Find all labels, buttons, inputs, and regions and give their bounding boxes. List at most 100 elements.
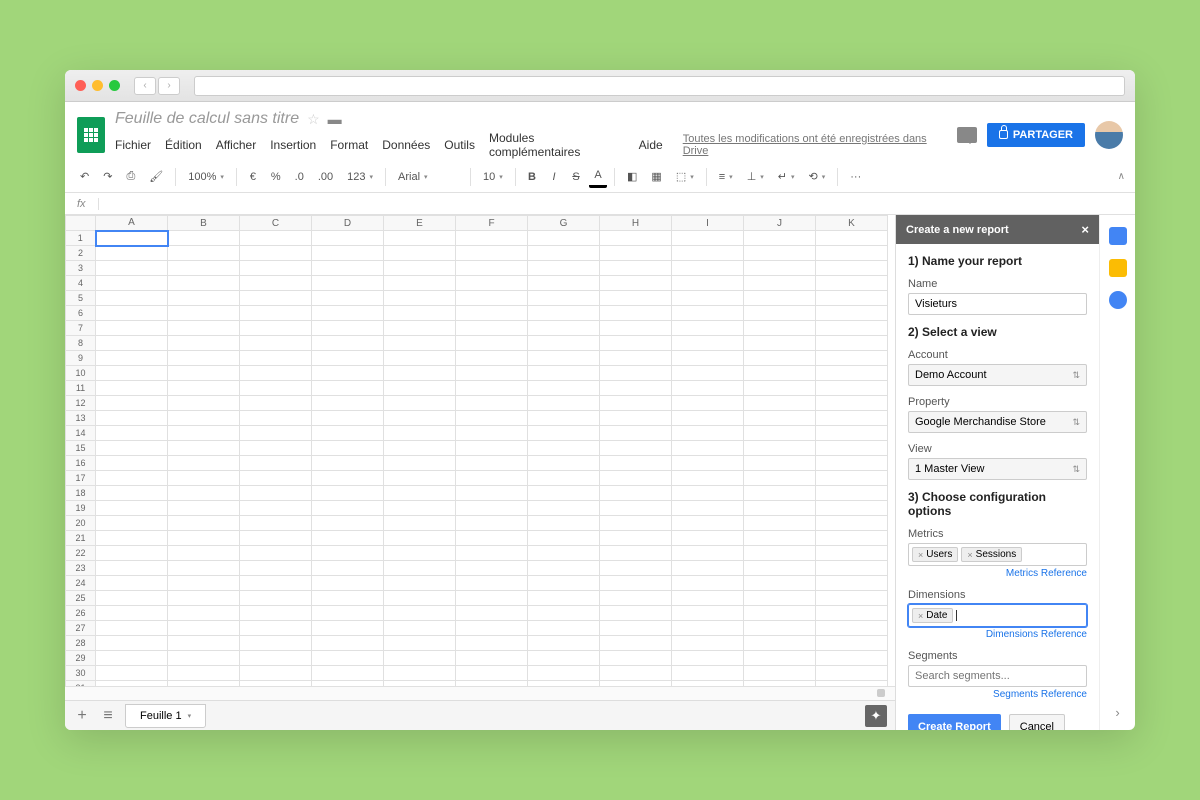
cell[interactable] bbox=[528, 336, 600, 351]
zoom-dropdown[interactable]: 100% bbox=[183, 168, 229, 186]
row-header[interactable]: 29 bbox=[66, 651, 96, 666]
number-format-dropdown[interactable]: 123 bbox=[342, 168, 378, 186]
cell[interactable] bbox=[312, 306, 384, 321]
cell[interactable] bbox=[672, 291, 744, 306]
cell[interactable] bbox=[456, 471, 528, 486]
menu-file[interactable]: Fichier bbox=[115, 138, 151, 152]
sheet-tab[interactable]: Feuille 1 bbox=[125, 704, 206, 728]
cell[interactable] bbox=[528, 501, 600, 516]
cell[interactable] bbox=[240, 306, 312, 321]
cell[interactable] bbox=[312, 516, 384, 531]
cell[interactable] bbox=[744, 261, 816, 276]
cell[interactable] bbox=[168, 666, 240, 681]
cell[interactable] bbox=[816, 426, 888, 441]
row-header[interactable]: 22 bbox=[66, 546, 96, 561]
property-select[interactable]: Google Merchandise Store bbox=[908, 411, 1087, 433]
redo-button[interactable]: ↷ bbox=[98, 166, 117, 187]
cell[interactable] bbox=[600, 486, 672, 501]
font-dropdown[interactable]: Arial bbox=[393, 168, 463, 186]
cell[interactable] bbox=[456, 486, 528, 501]
cell[interactable] bbox=[240, 351, 312, 366]
cell[interactable] bbox=[240, 366, 312, 381]
cell[interactable] bbox=[240, 531, 312, 546]
close-sidebar-button[interactable]: × bbox=[1081, 222, 1089, 237]
keep-icon[interactable] bbox=[1109, 259, 1127, 277]
cell[interactable] bbox=[312, 561, 384, 576]
row-header[interactable]: 3 bbox=[66, 261, 96, 276]
cell[interactable] bbox=[384, 501, 456, 516]
all-sheets-button[interactable]: ≡ bbox=[99, 707, 117, 725]
cell[interactable] bbox=[816, 636, 888, 651]
cell[interactable] bbox=[168, 396, 240, 411]
cell[interactable] bbox=[312, 576, 384, 591]
cell[interactable] bbox=[312, 441, 384, 456]
cell[interactable] bbox=[672, 306, 744, 321]
cell[interactable] bbox=[456, 651, 528, 666]
cell[interactable] bbox=[672, 351, 744, 366]
row-header[interactable]: 20 bbox=[66, 516, 96, 531]
cell[interactable] bbox=[456, 636, 528, 651]
cell[interactable] bbox=[96, 426, 168, 441]
percent-button[interactable]: % bbox=[266, 167, 286, 187]
cell[interactable] bbox=[528, 531, 600, 546]
cell[interactable] bbox=[168, 411, 240, 426]
cell[interactable] bbox=[168, 291, 240, 306]
cell[interactable] bbox=[528, 381, 600, 396]
cell[interactable] bbox=[456, 411, 528, 426]
increase-decimal-button[interactable]: .00 bbox=[313, 167, 338, 187]
cell[interactable] bbox=[528, 321, 600, 336]
cell[interactable] bbox=[600, 546, 672, 561]
cell[interactable] bbox=[600, 441, 672, 456]
cell[interactable] bbox=[816, 546, 888, 561]
row-header[interactable]: 18 bbox=[66, 486, 96, 501]
column-header[interactable]: K bbox=[816, 216, 888, 231]
account-select[interactable]: Demo Account bbox=[908, 364, 1087, 386]
cell[interactable] bbox=[672, 456, 744, 471]
cell[interactable] bbox=[456, 381, 528, 396]
cell[interactable] bbox=[168, 576, 240, 591]
cell[interactable] bbox=[456, 366, 528, 381]
cell[interactable] bbox=[312, 531, 384, 546]
cell[interactable] bbox=[744, 621, 816, 636]
cell[interactable] bbox=[240, 396, 312, 411]
cell[interactable] bbox=[816, 261, 888, 276]
cell[interactable] bbox=[672, 276, 744, 291]
metrics-reference-link[interactable]: Metrics Reference bbox=[908, 568, 1087, 579]
cell[interactable] bbox=[528, 261, 600, 276]
cell[interactable] bbox=[168, 456, 240, 471]
cell[interactable] bbox=[528, 486, 600, 501]
menu-data[interactable]: Données bbox=[382, 138, 430, 152]
document-title[interactable]: Feuille de calcul sans titre bbox=[115, 110, 299, 128]
cell[interactable] bbox=[168, 501, 240, 516]
cell[interactable] bbox=[744, 276, 816, 291]
cell[interactable] bbox=[384, 366, 456, 381]
column-header[interactable]: E bbox=[384, 216, 456, 231]
cell[interactable] bbox=[816, 291, 888, 306]
cell[interactable] bbox=[744, 471, 816, 486]
cell[interactable] bbox=[600, 336, 672, 351]
cell[interactable] bbox=[168, 336, 240, 351]
cell[interactable] bbox=[600, 246, 672, 261]
cell[interactable] bbox=[168, 426, 240, 441]
cell[interactable] bbox=[600, 651, 672, 666]
cell[interactable] bbox=[600, 621, 672, 636]
cell[interactable] bbox=[312, 606, 384, 621]
report-name-input[interactable] bbox=[908, 293, 1087, 315]
cell[interactable] bbox=[312, 261, 384, 276]
column-header[interactable]: G bbox=[528, 216, 600, 231]
row-header[interactable]: 12 bbox=[66, 396, 96, 411]
text-color-button[interactable]: A bbox=[589, 165, 607, 188]
row-header[interactable]: 26 bbox=[66, 606, 96, 621]
cell[interactable] bbox=[240, 501, 312, 516]
cell[interactable] bbox=[312, 411, 384, 426]
cell[interactable] bbox=[384, 276, 456, 291]
cell[interactable] bbox=[96, 381, 168, 396]
cell[interactable] bbox=[600, 366, 672, 381]
cell[interactable] bbox=[456, 246, 528, 261]
cell[interactable] bbox=[456, 261, 528, 276]
folder-icon[interactable]: ▬ bbox=[328, 111, 342, 127]
cell[interactable] bbox=[672, 471, 744, 486]
cell[interactable] bbox=[96, 516, 168, 531]
row-header[interactable]: 10 bbox=[66, 366, 96, 381]
cell[interactable] bbox=[744, 516, 816, 531]
